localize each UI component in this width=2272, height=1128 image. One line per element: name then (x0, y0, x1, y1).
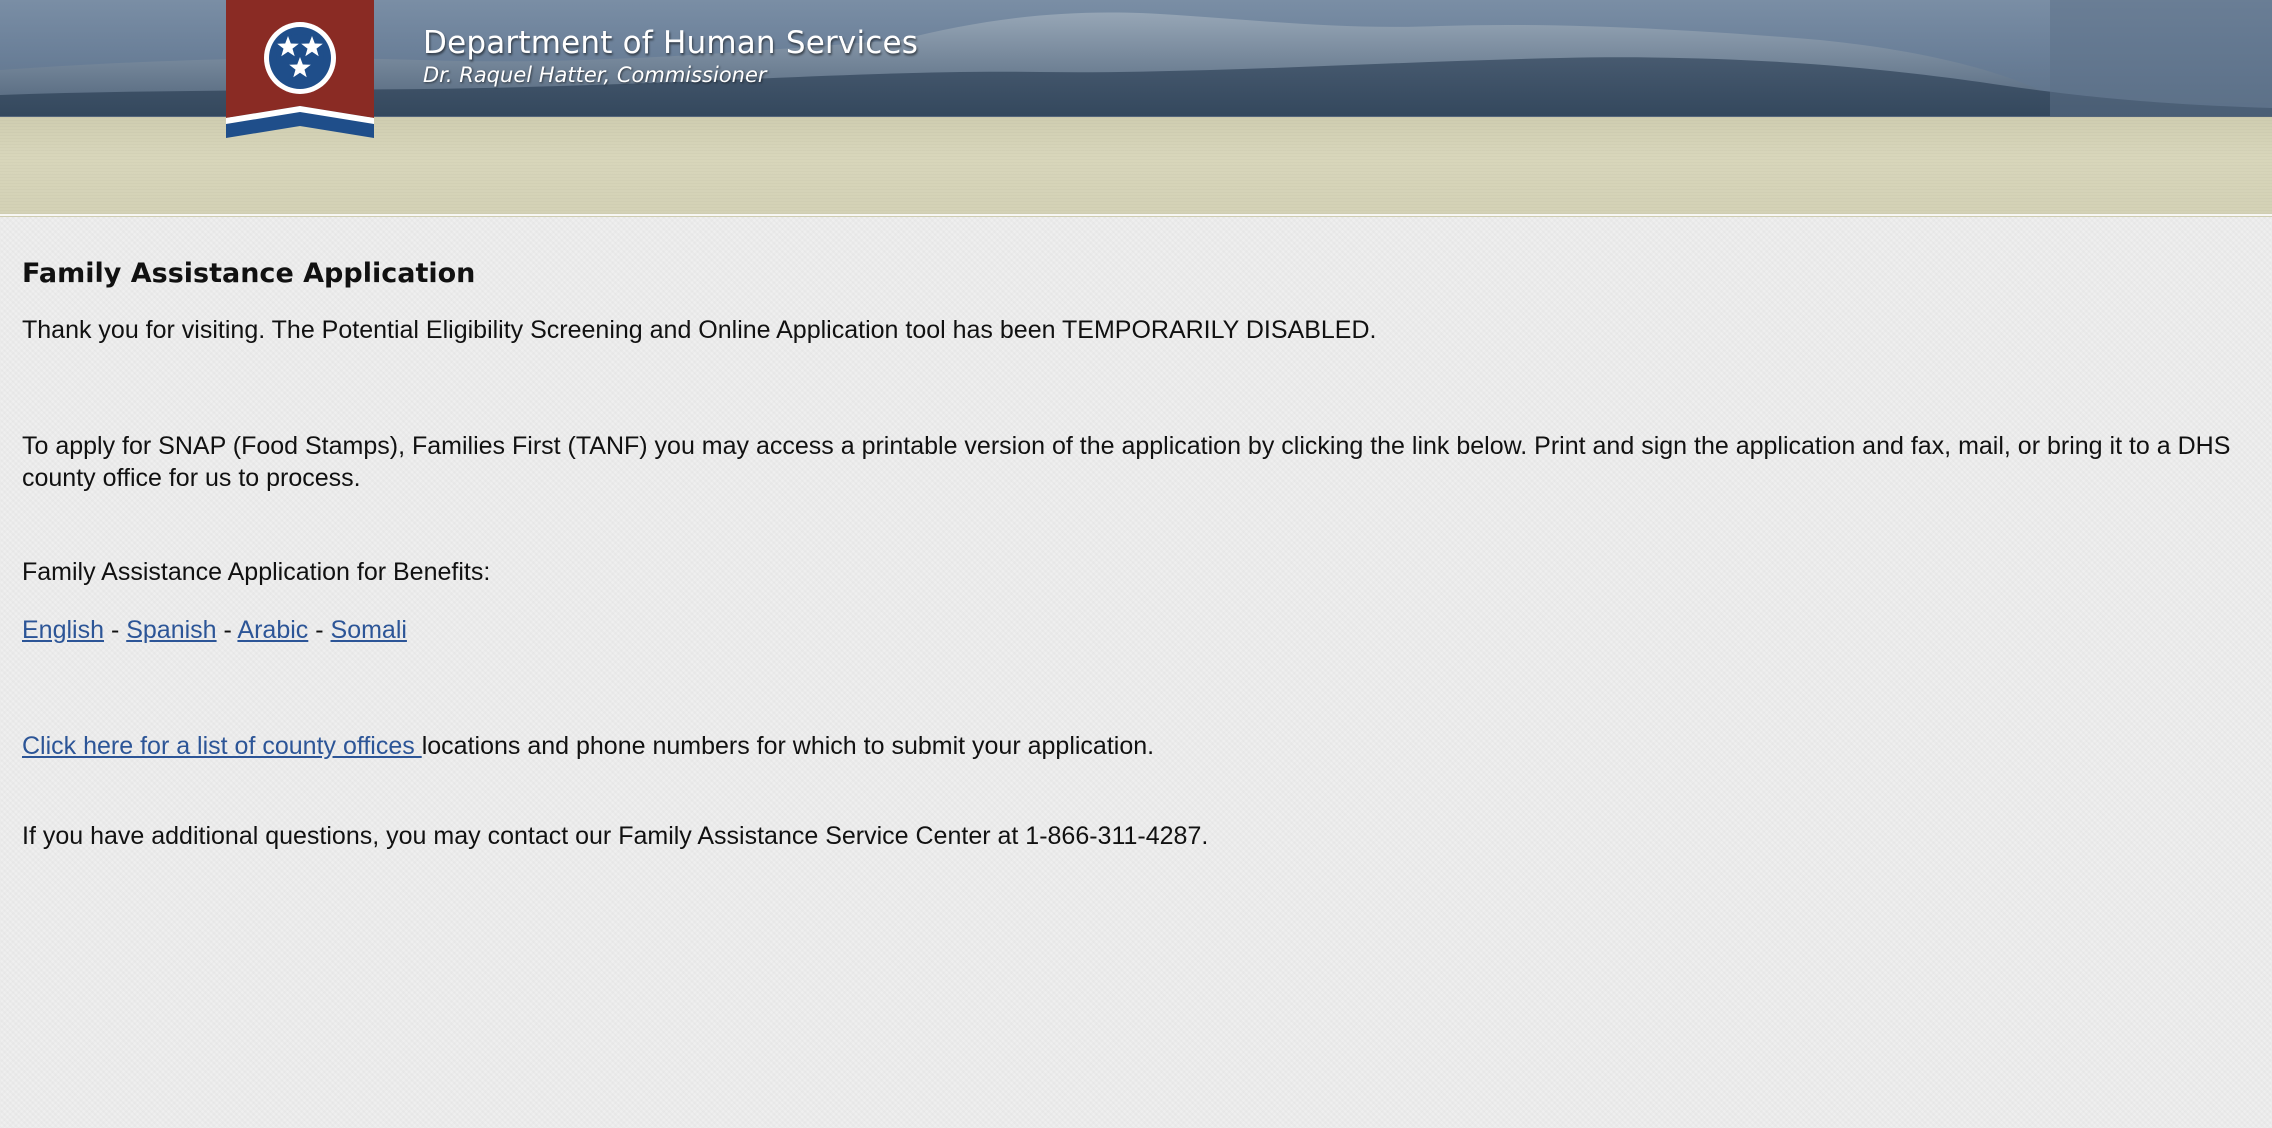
county-offices-paragraph: Click here for a list of county offices … (22, 730, 1154, 762)
county-offices-text: locations and phone numbers for which to… (421, 732, 1155, 760)
site-header: Department of Human Services Dr. Raquel … (0, 0, 2272, 217)
apply-paragraph: To apply for SNAP (Food Stamps), Familie… (22, 432, 2231, 492)
commissioner-subtitle: Dr. Raquel Hatter, Commissioner (423, 63, 767, 87)
intro-text: Thank you for visiting. The Potential El… (22, 316, 1062, 344)
link-separator: - (308, 616, 331, 644)
arabic-link[interactable]: Arabic (237, 616, 308, 644)
intro-paragraph: Thank you for visiting. The Potential El… (22, 314, 1376, 346)
header-title-block: Department of Human Services Dr. Raquel … (423, 24, 918, 88)
tennessee-state-seal-icon (226, 0, 374, 138)
header-divider (0, 214, 2272, 216)
contact-paragraph: If you have additional questions, you ma… (22, 822, 1209, 850)
department-title: Department of Human Services (423, 25, 919, 61)
benefits-label: Family Assistance Application for Benefi… (22, 558, 491, 586)
intro-end: . (1369, 316, 1377, 344)
language-links: English - Spanish - Arabic - Somali (22, 614, 407, 646)
somali-link[interactable]: Somali (331, 616, 407, 644)
spanish-link[interactable]: Spanish (126, 616, 216, 644)
disabled-notice: TEMPORARILY DISABLED (1062, 316, 1370, 344)
link-separator: - (104, 616, 127, 644)
page-title: Family Assistance Application (22, 258, 476, 289)
link-separator: - (216, 616, 238, 644)
county-offices-link[interactable]: Click here for a list of county offices (22, 732, 422, 760)
english-link[interactable]: English (22, 616, 104, 644)
